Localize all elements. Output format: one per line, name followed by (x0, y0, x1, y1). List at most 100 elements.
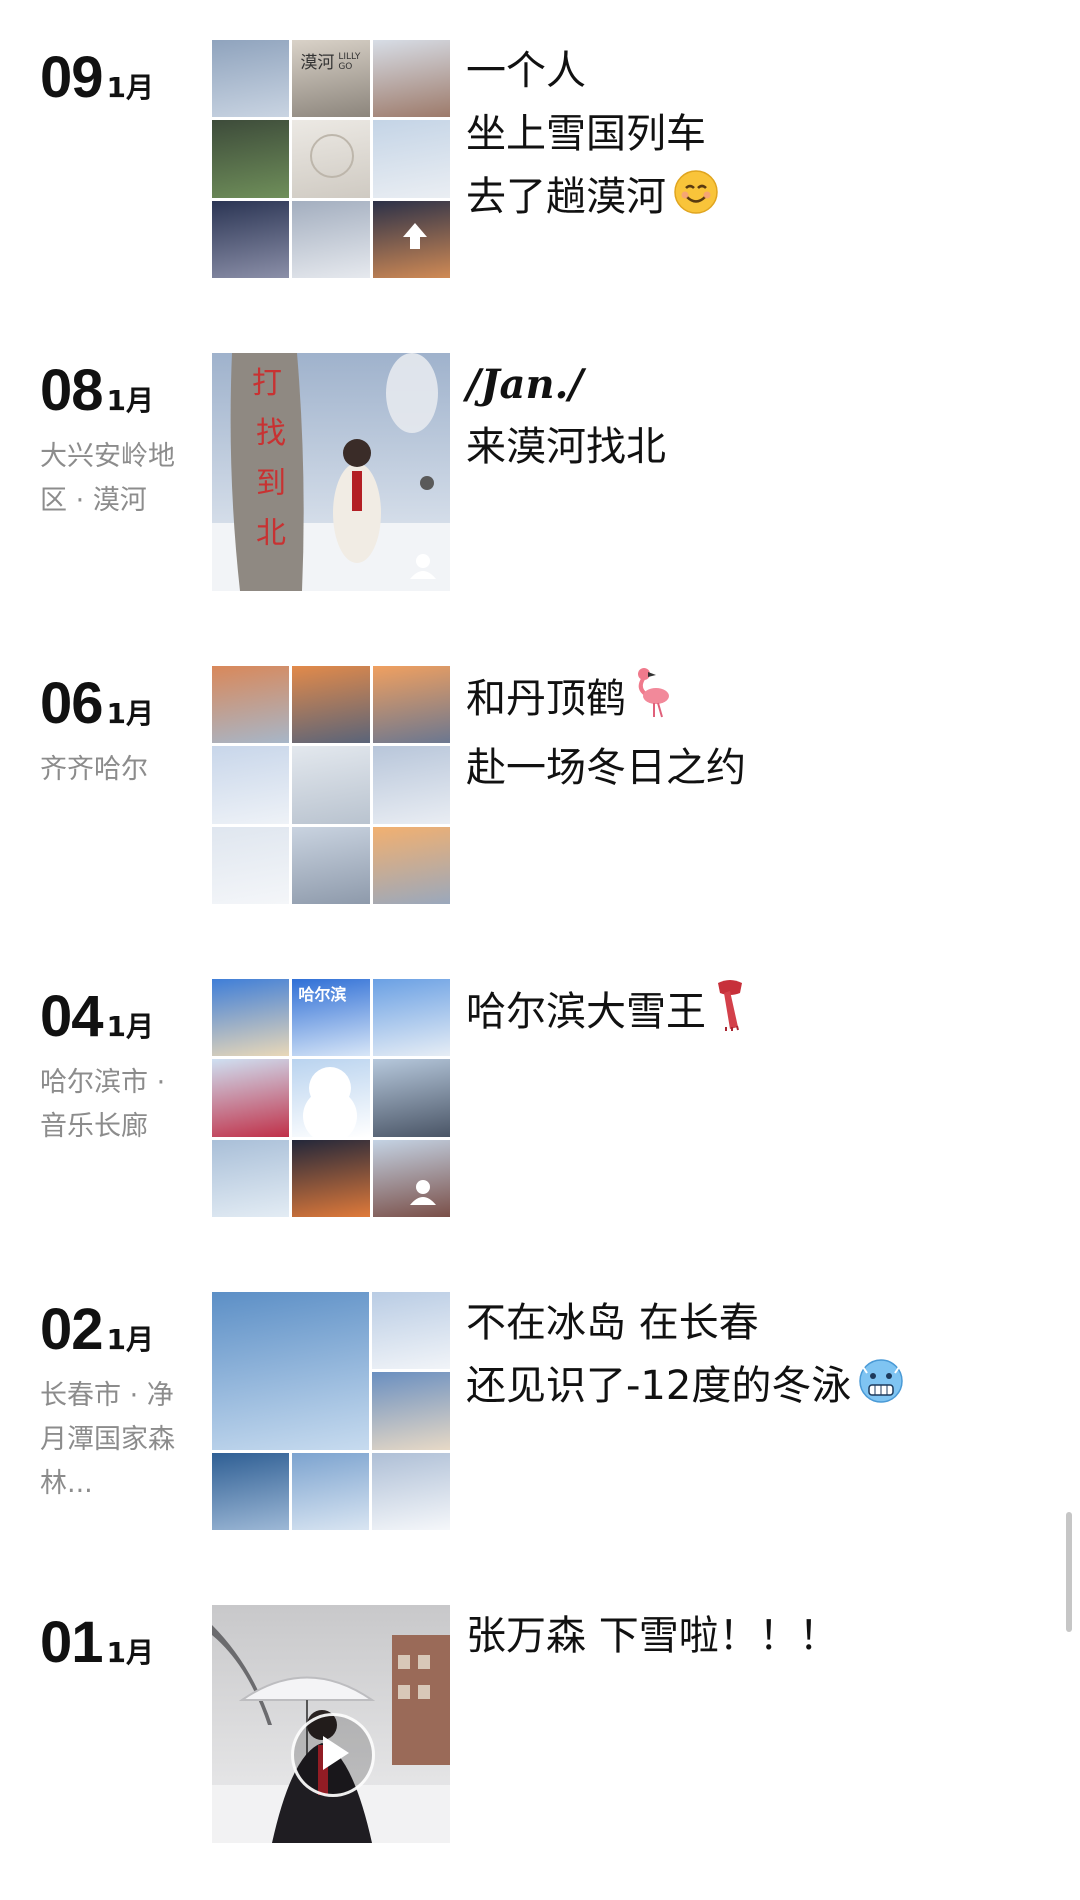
photo-sign-text: 漠河 (300, 53, 335, 73)
svg-text:打: 打 (252, 366, 282, 401)
post-location[interactable]: 长春市 · 净月潭国家森林... (40, 1374, 190, 1506)
post-location[interactable]: 大兴安岭地区 · 漠河 (40, 435, 190, 523)
photo-thumbnail[interactable] (212, 40, 290, 118)
post-month: 1月 (106, 384, 154, 417)
post-item[interactable]: 08 1月 大兴安岭地区 · 漠河 打 找 到 北 /Jan./ 来漠河找北 (0, 353, 1080, 623)
post-item[interactable]: 06 1月 齐齐哈尔 和丹顶鹤 赴一场冬日之约 (0, 666, 1080, 936)
scarf-icon (712, 979, 748, 1050)
photo-thumbnail[interactable] (372, 200, 450, 278)
post-caption[interactable]: 不在冰岛 在长春 还见识了-12度的冬泳 (466, 1292, 1046, 1424)
photo-thumbnail[interactable] (292, 666, 370, 744)
caption-title: /Jan./ (466, 361, 584, 408)
user-tag-icon[interactable] (406, 1175, 440, 1209)
photo-thumbnail[interactable] (292, 1059, 370, 1137)
post-photo[interactable]: 打 找 到 北 (212, 353, 450, 591)
photo-thumbnail[interactable] (371, 1292, 450, 1370)
photo-thumbnail[interactable] (371, 1452, 450, 1530)
caption-line: 张万森 下雪啦！！！ (466, 1613, 839, 1659)
photo-thumbnail[interactable] (292, 120, 370, 198)
photo-thumbnail[interactable] (292, 746, 370, 824)
post-month: 1月 (106, 71, 154, 104)
caption-line: 坐上雪国列车 (466, 111, 706, 157)
post-caption[interactable]: 张万森 下雪啦！！！ (466, 1605, 1046, 1668)
svg-text:到: 到 (256, 466, 286, 501)
post-item[interactable]: 01 1月 张万森 下雪啦！！！ (0, 1605, 1080, 1875)
flamingo-icon (632, 666, 676, 737)
post-date: 04 1月 (40, 983, 154, 1050)
photo-sign-text: 哈尔滨 (298, 985, 347, 1004)
photo-thumbnail[interactable] (212, 1452, 289, 1530)
post-day: 06 (40, 671, 104, 736)
post-location[interactable]: 齐齐哈尔 (40, 748, 190, 792)
photo-thumbnail[interactable] (372, 1059, 450, 1137)
upload-arrow-stem (409, 236, 420, 249)
caption-line: 去了趟漠河 (466, 174, 666, 220)
post-date: 08 1月 (40, 357, 154, 424)
photo-thumbnail[interactable] (372, 979, 450, 1057)
post-item[interactable]: 02 1月 长春市 · 净月潭国家森林... 不在冰岛 在长春 还见识了-12度的… (0, 1292, 1080, 1562)
post-day: 02 (40, 1297, 104, 1362)
photo-thumbnail[interactable] (212, 666, 290, 744)
post-date: 09 1月 (40, 44, 154, 111)
post-item[interactable]: 09 1月 漠河 LILLY GO 一个人 坐上雪国列车 去了趟漠河 (0, 40, 1080, 310)
photo-thumbnail[interactable] (372, 40, 450, 118)
photo-thumbnail[interactable] (291, 1452, 369, 1530)
svg-text:北: 北 (256, 516, 286, 551)
post-photo-grid[interactable]: 漠河 LILLY GO (212, 40, 450, 278)
upload-arrow-icon (402, 222, 427, 237)
caption-line: 来漠河找北 (466, 424, 666, 470)
photo-thumbnail[interactable] (292, 200, 370, 278)
photo-thumbnail[interactable] (292, 1139, 370, 1217)
photo-thumbnail[interactable] (371, 1372, 450, 1450)
caption-line: 赴一场冬日之约 (466, 745, 746, 791)
post-day: 01 (40, 1610, 104, 1675)
photo-thumbnail[interactable] (212, 200, 290, 278)
post-item[interactable]: 04 1月 哈尔滨市 · 音乐长廊 哈尔滨 哈尔滨大雪王 (0, 979, 1080, 1249)
play-icon[interactable] (291, 1713, 375, 1797)
photo-thumbnail[interactable]: 漠河 LILLY GO (292, 40, 370, 118)
post-caption[interactable]: 哈尔滨大雪王 (466, 979, 1046, 1050)
photo-thumbnail[interactable]: 哈尔滨 (292, 979, 370, 1057)
caption-line: 哈尔滨大雪王 (466, 989, 706, 1035)
photo-thumbnail[interactable] (212, 1139, 290, 1217)
post-day: 04 (40, 984, 104, 1049)
caption-line: 还见识了-12度的冬泳 (466, 1363, 852, 1409)
post-photo-grid[interactable] (212, 1292, 450, 1530)
post-caption[interactable]: 一个人 坐上雪国列车 去了趟漠河 (466, 40, 1046, 235)
post-month: 1月 (106, 1323, 154, 1356)
caption-line: 不在冰岛 在长春 (466, 1300, 759, 1346)
post-video[interactable] (212, 1605, 450, 1843)
post-month: 1月 (106, 1010, 154, 1043)
scrollbar[interactable] (1066, 1512, 1072, 1632)
photo-thumbnail[interactable] (212, 826, 290, 904)
svg-text:找: 找 (256, 416, 286, 451)
post-date: 06 1月 (40, 670, 154, 737)
post-date: 01 1月 (40, 1609, 154, 1676)
smiley-drawing-icon (310, 134, 355, 179)
post-month: 1月 (106, 1636, 154, 1669)
photo-thumbnail[interactable] (212, 979, 290, 1057)
post-day: 09 (40, 45, 104, 110)
photo-thumbnail[interactable] (212, 1292, 369, 1450)
photo-thumbnail[interactable] (372, 826, 450, 904)
smiling-face-icon (672, 168, 720, 235)
photo-thumbnail[interactable] (372, 120, 450, 198)
post-location[interactable]: 哈尔滨市 · 音乐长廊 (40, 1061, 190, 1149)
photo-thumbnail[interactable] (292, 826, 370, 904)
post-month: 1月 (106, 697, 154, 730)
photo-thumbnail[interactable] (212, 1059, 290, 1137)
post-caption[interactable]: 和丹顶鹤 赴一场冬日之约 (466, 666, 1046, 800)
photo-thumbnail[interactable] (212, 120, 290, 198)
photo-thumbnail[interactable] (372, 666, 450, 744)
snowman-icon (309, 1067, 352, 1110)
post-caption[interactable]: /Jan./ 来漠河找北 (466, 353, 1046, 479)
caption-line: 和丹顶鹤 (466, 676, 626, 722)
photo-sign-text: LILLY GO (338, 52, 361, 72)
user-tag-icon[interactable] (406, 549, 440, 583)
photo-thumbnail[interactable] (212, 746, 290, 824)
post-date: 02 1月 (40, 1296, 154, 1363)
post-photo-grid[interactable] (212, 666, 450, 904)
post-day: 08 (40, 358, 104, 423)
photo-thumbnail[interactable] (372, 746, 450, 824)
post-photo-grid[interactable]: 哈尔滨 (212, 979, 450, 1217)
